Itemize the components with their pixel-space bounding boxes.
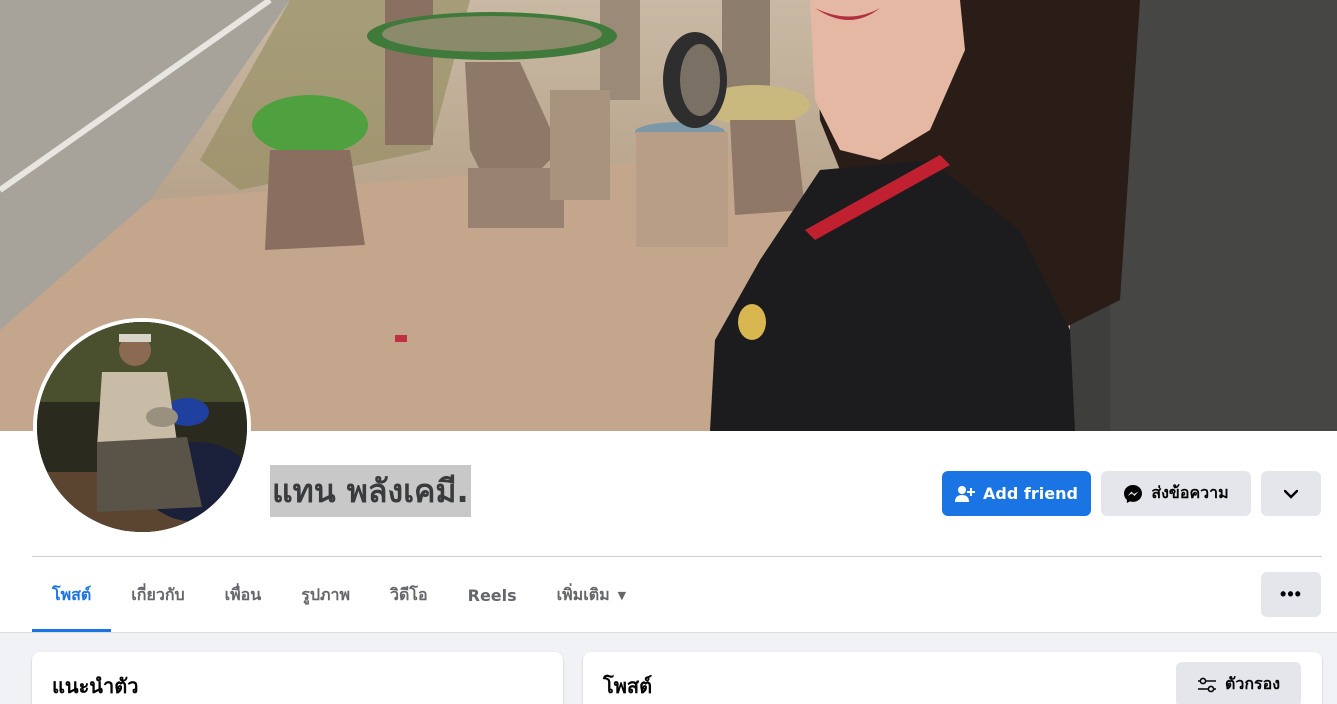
- messenger-icon: [1123, 484, 1143, 504]
- filter-label: ตัวกรอง: [1224, 674, 1281, 693]
- avatar-image: [37, 322, 247, 532]
- tab-more[interactable]: เพิ่มเติม ▼: [537, 558, 646, 632]
- tab-photos[interactable]: รูปภาพ: [281, 558, 370, 632]
- more-options-button[interactable]: •••: [1261, 572, 1321, 617]
- chevron-down-icon: [1283, 484, 1299, 503]
- tab-label: โพสต์: [52, 584, 92, 604]
- tab-label: เกี่ยวกับ: [131, 584, 185, 604]
- profile-name: แทน พลังเคมี.: [270, 465, 471, 517]
- posts-card: โพสต์ ตัวกรอง: [583, 652, 1322, 704]
- caret-down-icon: ▼: [617, 588, 627, 602]
- add-friend-label: Add friend: [983, 484, 1078, 503]
- intro-title: แนะนำตัว: [52, 674, 139, 698]
- tab-friends[interactable]: เพื่อน: [205, 558, 282, 632]
- tab-reels[interactable]: Reels: [448, 558, 537, 632]
- tab-about[interactable]: เกี่ยวกับ: [111, 558, 204, 632]
- tab-label: วิดีโอ: [390, 584, 428, 604]
- tab-posts[interactable]: โพสต์: [32, 558, 112, 632]
- profile-options-button[interactable]: [1261, 471, 1321, 516]
- tab-label: เพื่อน: [224, 584, 262, 604]
- header-divider: [32, 556, 1322, 557]
- person-plus-icon: [955, 485, 976, 503]
- posts-title: โพสต์: [603, 674, 653, 698]
- add-friend-button[interactable]: Add friend: [942, 471, 1091, 516]
- filter-button[interactable]: ตัวกรอง: [1176, 662, 1301, 704]
- profile-tabs: โพสต์ เกี่ยวกับ เพื่อน รูปภาพ วิดีโอ Ree…: [32, 558, 646, 632]
- intro-card: แนะนำตัว: [32, 652, 563, 704]
- tab-label: รูปภาพ: [301, 584, 351, 604]
- tab-videos[interactable]: วิดีโอ: [370, 558, 448, 632]
- tab-label: Reels: [467, 585, 517, 605]
- message-label: ส่งข้อความ: [1151, 483, 1229, 502]
- ellipsis-icon: •••: [1280, 584, 1302, 604]
- sliders-icon: [1197, 677, 1217, 693]
- profile-avatar[interactable]: [33, 318, 251, 536]
- tab-label: เพิ่มเติม: [556, 584, 610, 604]
- message-button[interactable]: ส่งข้อความ: [1101, 471, 1251, 516]
